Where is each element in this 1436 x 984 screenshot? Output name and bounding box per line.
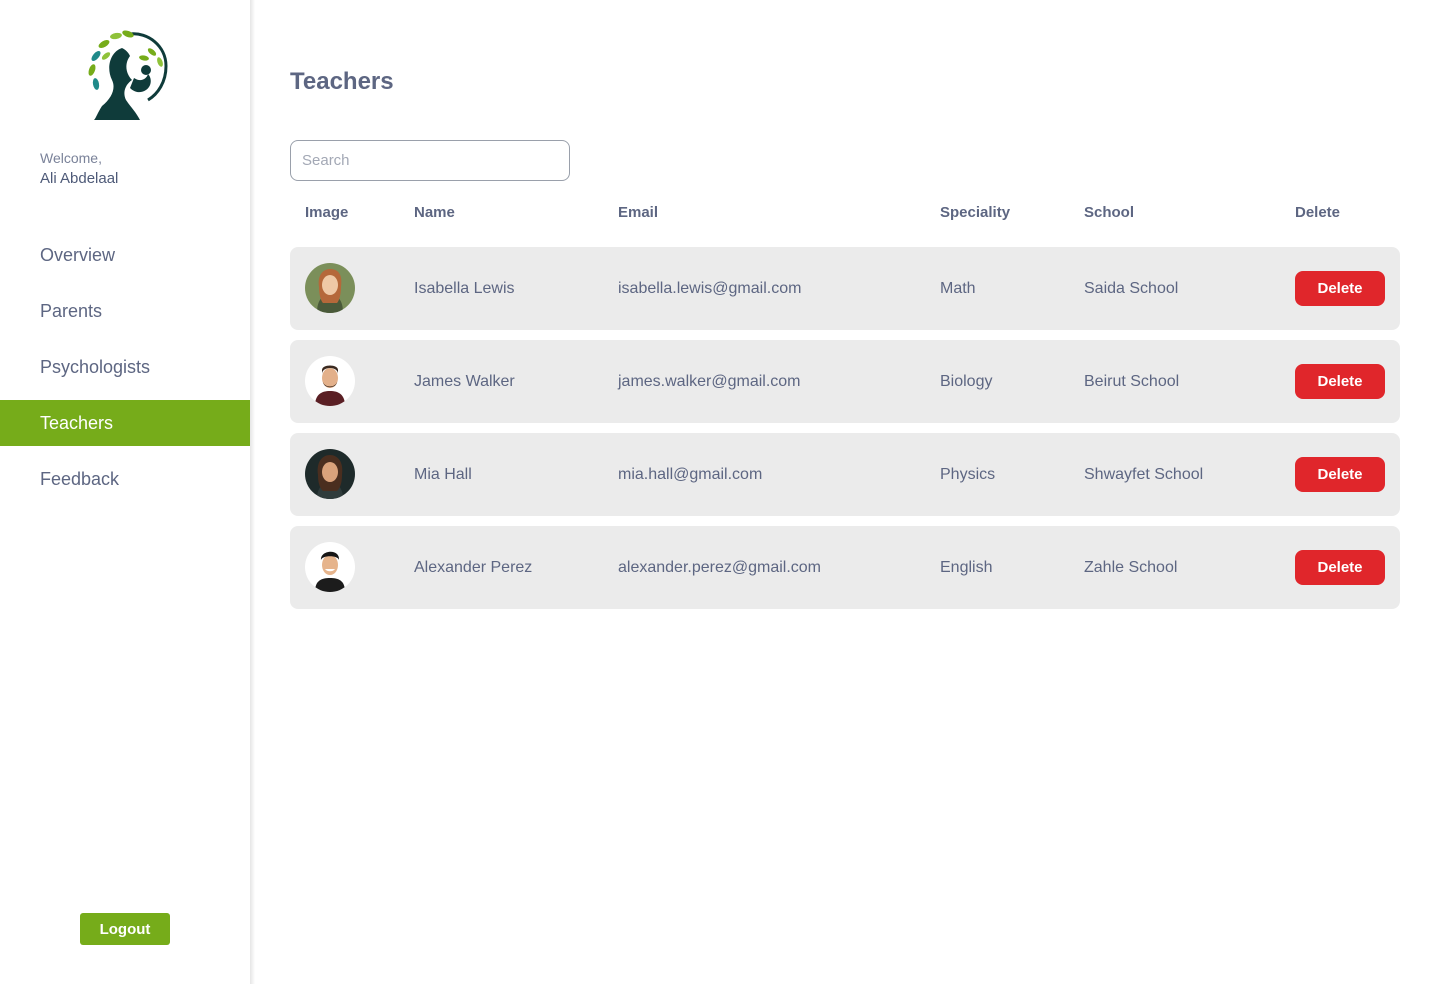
teacher-name: James Walker	[414, 373, 515, 390]
search-input[interactable]	[290, 140, 570, 181]
teacher-speciality: Physics	[940, 466, 996, 483]
sidebar-item-overview[interactable]: Overview	[0, 232, 250, 278]
teacher-email: james.walker@gmail.com	[618, 373, 801, 390]
teacher-email: isabella.lewis@gmail.com	[618, 280, 802, 297]
logout-button[interactable]: Logout	[80, 913, 170, 945]
table-header: Image Name Email Speciality School Delet…	[290, 204, 1400, 224]
teacher-email: alexander.perez@gmail.com	[618, 559, 822, 576]
teacher-email: mia.hall@gmail.com	[618, 466, 763, 483]
teacher-speciality: Biology	[940, 373, 993, 390]
sidebar-nav: Overview Parents Psychologists Teachers …	[0, 232, 250, 512]
table-row: James Walker james.walker@gmail.com Biol…	[290, 340, 1400, 423]
column-header-speciality: Speciality	[940, 204, 1011, 221]
delete-button[interactable]: Delete	[1295, 364, 1385, 399]
table-row: Isabella Lewis isabella.lewis@gmail.com …	[290, 247, 1400, 330]
column-header-school: School	[1084, 204, 1135, 221]
tree-woman-logo-icon	[82, 28, 174, 122]
table-row: Alexander Perez alexander.perez@gmail.co…	[290, 526, 1400, 609]
page-title: Teachers	[290, 68, 394, 95]
column-header-name: Name	[414, 204, 455, 221]
teacher-speciality: Math	[940, 280, 976, 297]
teacher-school: Saida School	[1084, 280, 1179, 297]
delete-button[interactable]: Delete	[1295, 457, 1385, 492]
avatar	[305, 356, 355, 406]
teacher-speciality: English	[940, 559, 993, 576]
user-name: Ali Abdelaal	[40, 170, 119, 187]
delete-button[interactable]: Delete	[1295, 271, 1385, 306]
sidebar-item-psychologists[interactable]: Psychologists	[0, 344, 250, 390]
column-header-delete: Delete	[1295, 204, 1341, 221]
column-header-email: Email	[618, 204, 659, 221]
column-header-image: Image	[305, 204, 349, 221]
sidebar-divider	[250, 0, 255, 984]
welcome-label: Welcome,	[40, 150, 102, 166]
sidebar-item-feedback[interactable]: Feedback	[0, 456, 250, 502]
teacher-name: Mia Hall	[414, 466, 472, 483]
teacher-school: Zahle School	[1084, 559, 1178, 576]
sidebar-item-teachers[interactable]: Teachers	[0, 400, 250, 446]
sidebar: Welcome, Ali Abdelaal Overview Parents P…	[0, 0, 250, 984]
teacher-name: Isabella Lewis	[414, 280, 515, 297]
table-row: Mia Hall mia.hall@gmail.com Physics Shwa…	[290, 433, 1400, 516]
teachers-table: Isabella Lewis isabella.lewis@gmail.com …	[290, 247, 1400, 619]
sidebar-item-parents[interactable]: Parents	[0, 288, 250, 334]
avatar	[305, 542, 355, 592]
teacher-school: Beirut School	[1084, 373, 1180, 390]
teacher-school: Shwayfet School	[1084, 466, 1204, 483]
avatar	[305, 263, 355, 313]
delete-button[interactable]: Delete	[1295, 550, 1385, 585]
teacher-name: Alexander Perez	[414, 559, 533, 576]
avatar	[305, 449, 355, 499]
